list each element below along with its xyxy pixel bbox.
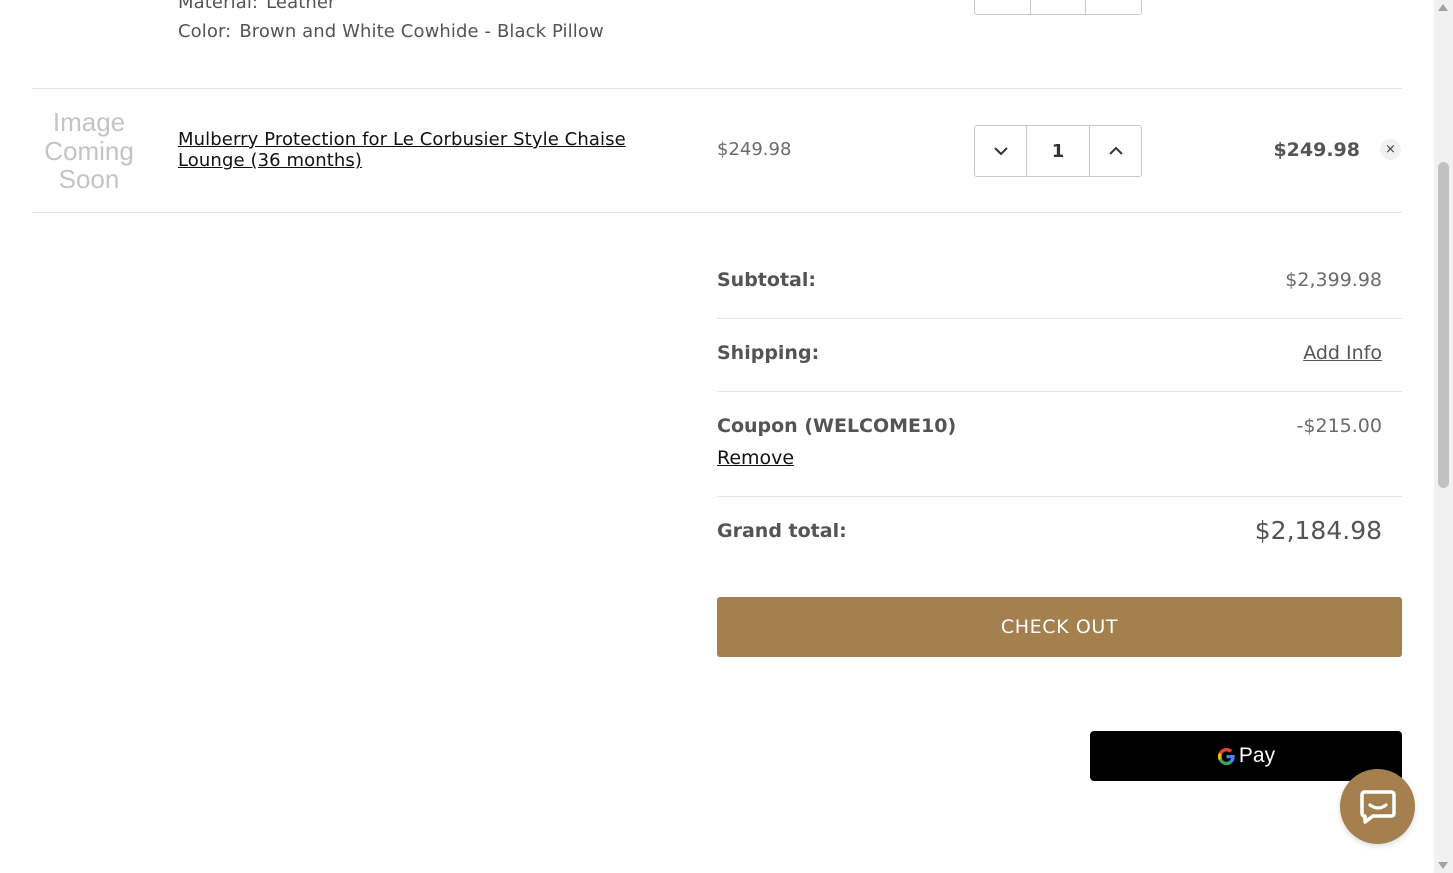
subtotal-label: Subtotal: xyxy=(717,269,816,291)
totals-divider xyxy=(717,496,1402,497)
placeholder-line: Coming xyxy=(44,135,134,166)
remove-coupon-link[interactable]: Remove xyxy=(717,447,794,469)
chevron-up-icon xyxy=(1108,146,1123,155)
totals-divider xyxy=(717,318,1402,319)
quantity-field[interactable]: 1 xyxy=(1027,126,1089,176)
google-pay-label: Pay xyxy=(1238,744,1276,767)
increase-button[interactable] xyxy=(1086,0,1141,14)
quantity-stepper[interactable] xyxy=(974,0,1142,15)
placeholder-line: Image xyxy=(52,107,126,137)
grand-total-label: Grand total: xyxy=(717,520,847,542)
google-pay-button[interactable]: Pay xyxy=(1090,731,1402,781)
row-divider xyxy=(32,88,1402,89)
coupon-label: Coupon (WELCOME10) xyxy=(717,415,957,437)
scroll-up-arrow[interactable] xyxy=(1438,4,1448,11)
line-total: $249.98 xyxy=(1273,139,1360,161)
chat-launcher-button[interactable] xyxy=(1340,769,1415,844)
scroll-down-arrow[interactable] xyxy=(1438,862,1448,869)
chevron-down-icon xyxy=(993,147,1008,156)
color-value: Brown and White Cowhide - Black Pillow xyxy=(239,21,604,42)
row-divider xyxy=(32,212,1402,213)
placeholder-line: Soon xyxy=(58,164,120,194)
vertical-scrollbar[interactable] xyxy=(1434,0,1453,873)
add-shipping-info-link[interactable]: Add Info xyxy=(1303,342,1382,364)
google-g-icon xyxy=(1217,747,1235,765)
image-placeholder: Image Coming Soon xyxy=(36,108,142,194)
material-label: Material: xyxy=(178,0,259,13)
item-color: Color: Brown and White Cowhide - Black Pi… xyxy=(178,21,604,42)
decrease-button[interactable] xyxy=(975,0,1031,14)
quantity-stepper[interactable]: 1 xyxy=(974,125,1142,177)
color-label: Color: xyxy=(178,21,232,42)
shipping-label: Shipping: xyxy=(717,342,820,364)
item-material: Material: Leather xyxy=(178,0,336,13)
unit-price: $249.98 xyxy=(717,139,792,160)
checkout-label: CHECK OUT xyxy=(1000,616,1119,638)
grand-total-value: $2,184.98 xyxy=(1254,516,1382,545)
checkout-button[interactable]: CHECK OUT xyxy=(717,597,1402,657)
subtotal-value: $2,399.98 xyxy=(1285,269,1382,291)
chat-bubble-icon xyxy=(1359,789,1396,824)
increase-button[interactable] xyxy=(1089,126,1141,176)
scrollbar-thumb[interactable] xyxy=(1438,162,1449,488)
decrease-button[interactable] xyxy=(975,126,1027,176)
cart-page: Material: Leather Color: Brown and White C… xyxy=(0,0,1434,873)
totals-divider xyxy=(717,391,1402,392)
coupon-value: -$215.00 xyxy=(1296,415,1382,437)
quantity-field[interactable] xyxy=(1031,0,1087,14)
product-thumbnail[interactable] xyxy=(52,0,132,14)
product-link[interactable]: Mulberry Protection for Le Corbusier Sty… xyxy=(178,129,698,171)
material-value: Leather xyxy=(266,0,336,13)
close-icon: × xyxy=(1385,142,1396,157)
remove-item-button[interactable]: × xyxy=(1380,139,1401,160)
